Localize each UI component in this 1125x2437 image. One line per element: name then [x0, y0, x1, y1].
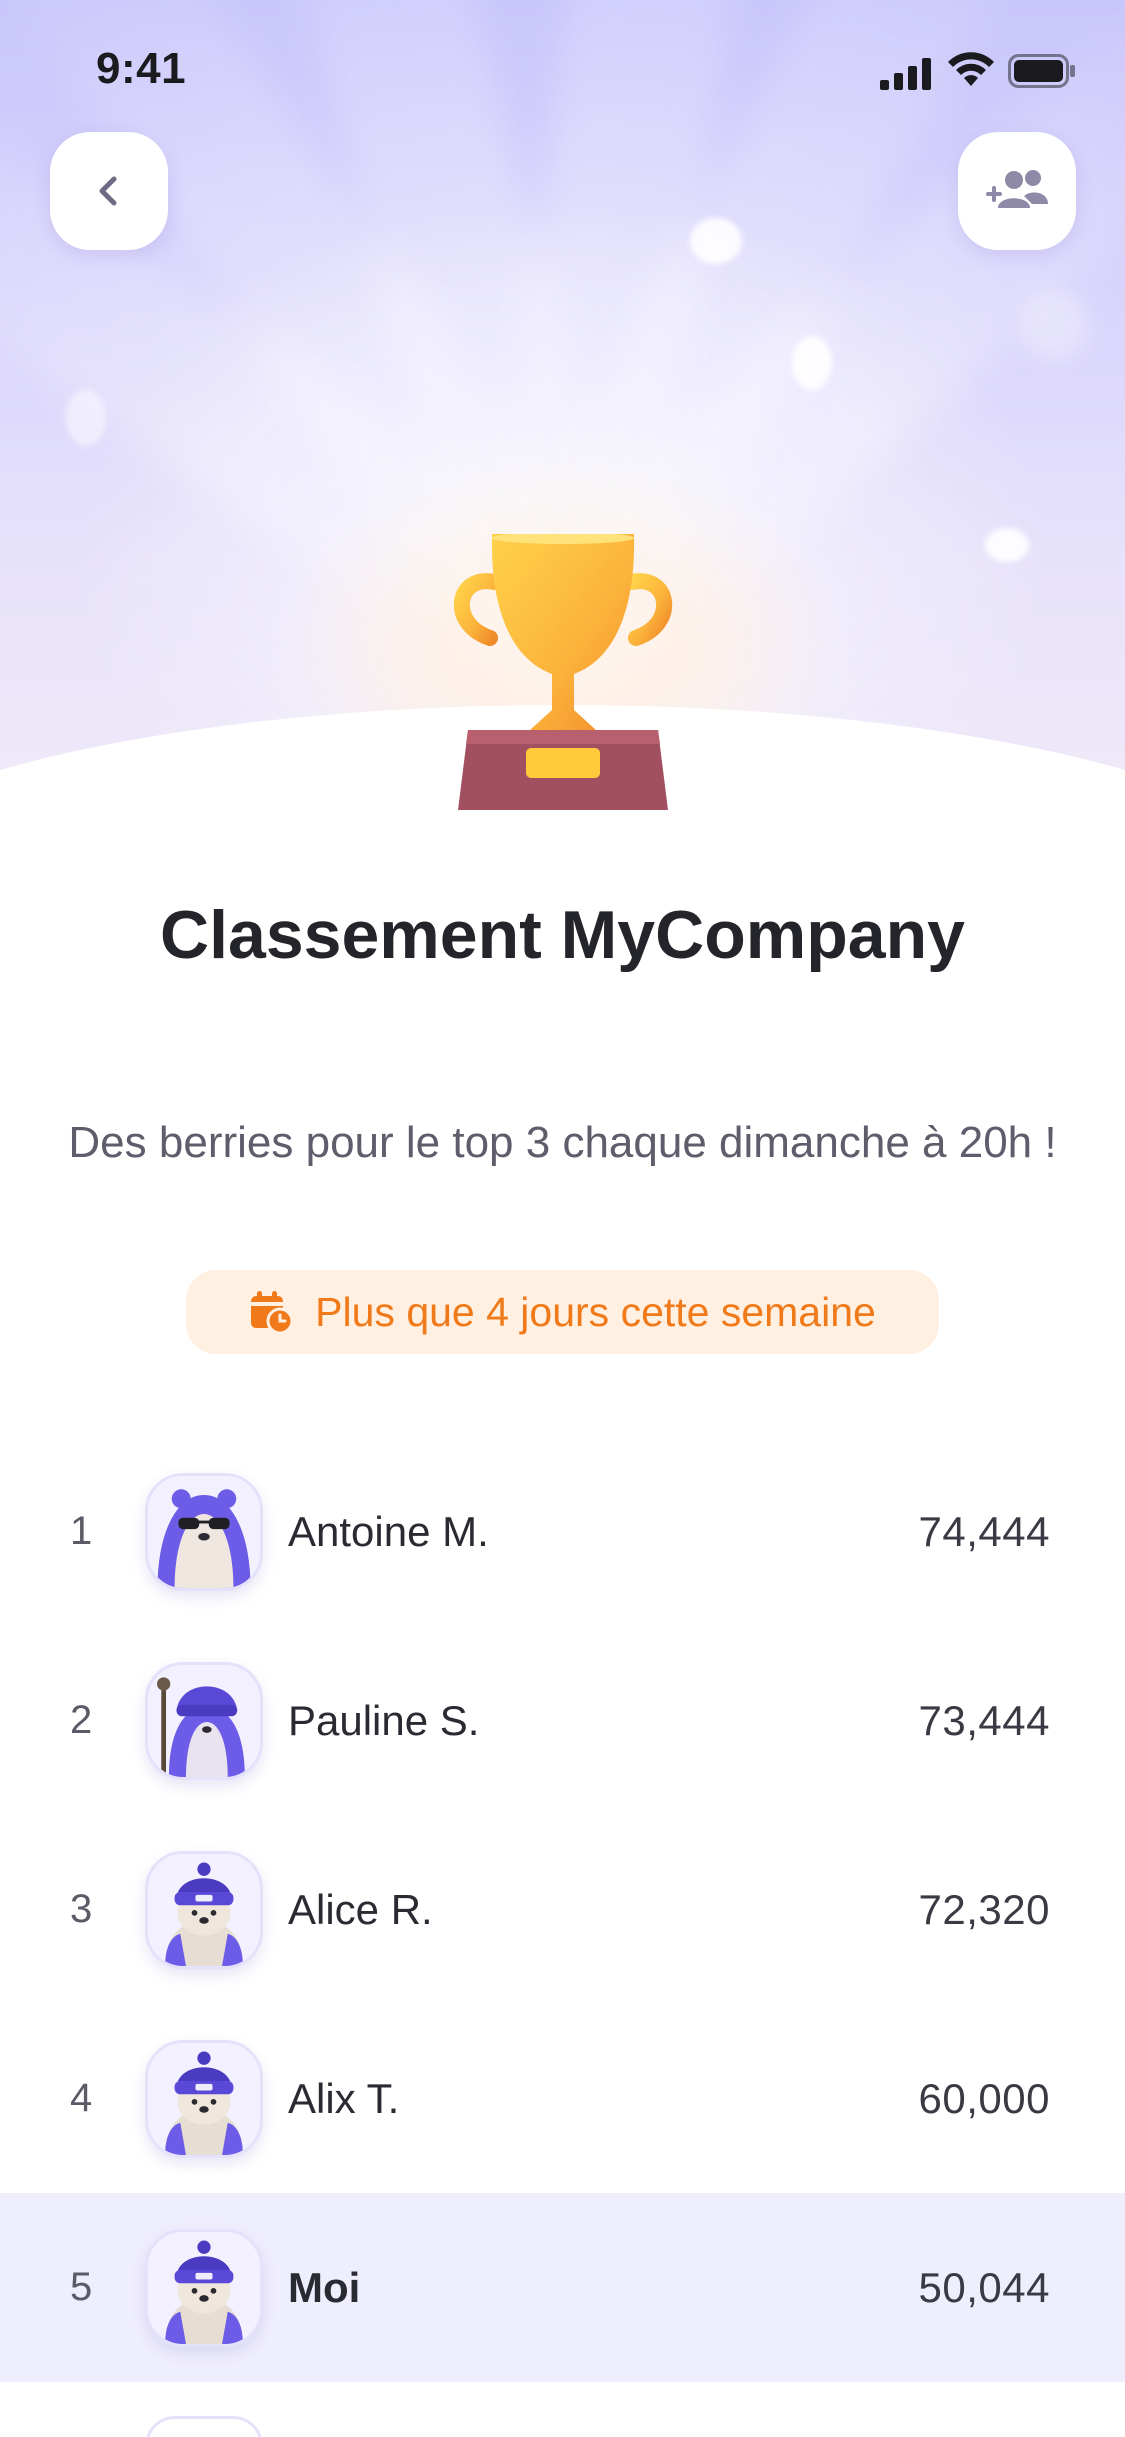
player-score: 74,444 [918, 1507, 1050, 1555]
status-bar: 9:41 [0, 0, 1125, 140]
rank-number: 4 [70, 2076, 93, 2120]
leaderboard-row[interactable]: 1 Antoine M. 74,444 [0, 1437, 1125, 1626]
player-name: Antoine M. [288, 1507, 489, 1555]
chevron-left-icon [99, 176, 117, 206]
leaderboard-list: 1 Antoine M. 74,444 2 Pauline S. 73,444 … [0, 1437, 1125, 2382]
player-score: 60,000 [918, 2074, 1050, 2122]
countdown-badge: Plus que 4 jours cette semaine [186, 1270, 939, 1354]
trophy-icon [454, 534, 672, 810]
player-score: 72,320 [918, 1885, 1050, 1933]
page-subtitle: Des berries pour le top 3 chaque dimanch… [68, 1118, 1057, 1167]
bear-beanie-avatar[interactable] [145, 1850, 263, 1969]
leaderboard-row[interactable]: 4 Alix T. 60,000 [0, 2004, 1125, 2193]
status-time: 9:41 [96, 44, 187, 93]
player-score: 50,044 [918, 2263, 1050, 2311]
countdown-text: Plus que 4 jours cette semaine [315, 1288, 876, 1335]
battery-icon [1008, 54, 1075, 88]
player-score: 73,444 [918, 1696, 1050, 1744]
add-friends-button[interactable] [958, 132, 1076, 250]
leaderboard-row[interactable]: 3 Alice R. 72,320 [0, 1815, 1125, 2004]
leaderboard-row[interactable]: 2 Pauline S. 73,444 [0, 1626, 1125, 1815]
player-name: Alice R. [288, 1885, 433, 1933]
player-name: Moi [288, 2263, 361, 2311]
cellular-signal-icon [880, 58, 931, 90]
next-row-avatar [145, 2416, 263, 2437]
bear-beanie-avatar[interactable] [145, 2039, 263, 2158]
calendar-clock-icon [251, 1291, 294, 1334]
bear-wizard-avatar[interactable] [145, 1661, 263, 1780]
back-button[interactable] [50, 132, 168, 250]
rank-number: 2 [70, 1698, 93, 1742]
bear-beanie-avatar[interactable] [145, 2228, 263, 2347]
rank-number: 5 [70, 2265, 93, 2309]
player-name: Pauline S. [288, 1696, 480, 1744]
player-name: Alix T. [288, 2074, 400, 2122]
wifi-icon [948, 52, 994, 86]
bear-sunglasses-avatar[interactable] [145, 1472, 263, 1591]
page-title: Classement MyCompany [160, 897, 965, 973]
rank-number: 1 [70, 1509, 93, 1553]
leaderboard-row-current-user[interactable]: 5 Moi 50,044 [0, 2193, 1125, 2382]
rank-number: 3 [70, 1887, 93, 1931]
add-friends-icon [986, 170, 1048, 208]
